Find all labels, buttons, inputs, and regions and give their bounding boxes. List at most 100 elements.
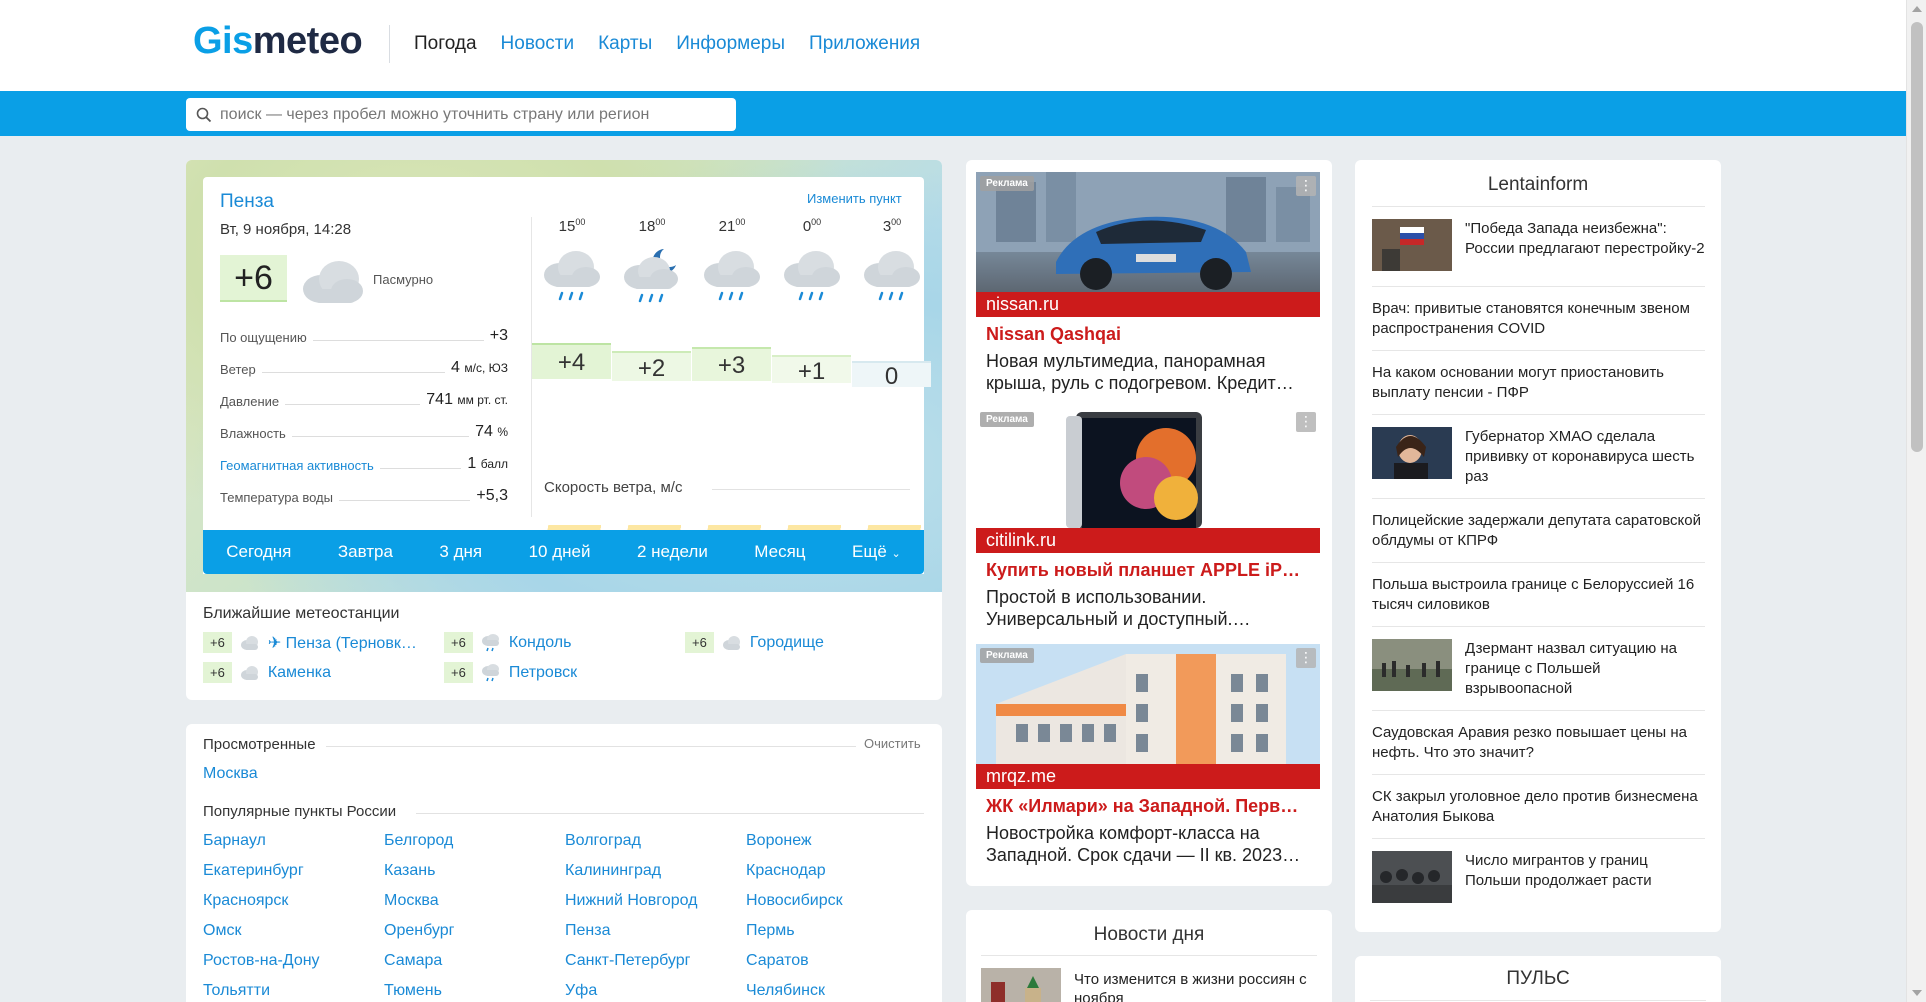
ad-source[interactable]: nissan.ru <box>976 292 1320 317</box>
scroll-up-arrow[interactable] <box>1912 6 1922 12</box>
param-label: По ощущению <box>220 330 307 345</box>
city-link[interactable]: Пенза <box>565 922 610 940</box>
ad-title[interactable]: Купить новый планшет APPLE iP… <box>986 560 1316 581</box>
city-link[interactable]: Челябинск <box>746 982 825 1000</box>
ad-source[interactable]: mrqz.me <box>976 764 1320 789</box>
ad-block[interactable]: Реклама ⋮ mrqz.me ЖК «Илмари» на Западно… <box>976 644 1320 865</box>
news-item[interactable]: Число мигрантов у границ Польши продолжа… <box>1372 838 1705 918</box>
search-box[interactable] <box>186 98 736 131</box>
news-link[interactable]: Дзермант назвал ситуацию на границе с По… <box>1465 639 1705 699</box>
nav-weather[interactable]: Погода <box>414 33 477 55</box>
city-link[interactable]: Новосибирск <box>746 892 843 910</box>
station-item[interactable]: +6 Городище <box>685 632 824 653</box>
tab-2-weeks[interactable]: 2 недели <box>637 542 708 562</box>
city-link[interactable]: Оренбург <box>384 922 454 940</box>
city-link[interactable]: Москва <box>384 892 439 910</box>
nav-news[interactable]: Новости <box>501 33 575 55</box>
city-link[interactable]: Уфа <box>565 982 597 1000</box>
ad-image[interactable]: Реклама ⋮ <box>976 644 1320 764</box>
news-link[interactable]: На каком основании могут приостановить в… <box>1372 363 1702 403</box>
news-link[interactable]: Врач: привитые становятся конечным звено… <box>1372 299 1702 339</box>
city-link[interactable]: Самара <box>384 952 442 970</box>
news-link[interactable]: Саудовская Аравия резко повышает цены на… <box>1372 723 1702 763</box>
news-item[interactable]: Польша выстроила границе с Белоруссией 1… <box>1372 562 1705 626</box>
nav-maps[interactable]: Карты <box>598 33 652 55</box>
clear-viewed-button[interactable]: Очистить <box>864 736 921 751</box>
city-link[interactable]: Белгород <box>384 832 453 850</box>
news-link[interactable]: Губернатор ХМАО сделала прививку от коро… <box>1465 427 1705 487</box>
news-link[interactable]: Полицейские задержали депутата саратовск… <box>1372 511 1702 551</box>
news-thumbnail[interactable] <box>981 968 1061 1002</box>
news-item[interactable]: Полицейские задержали депутата саратовск… <box>1372 498 1705 562</box>
tab-month[interactable]: Месяц <box>754 542 805 562</box>
ad-image[interactable]: Реклама ⋮ <box>976 408 1320 528</box>
city-link[interactable]: Барнаул <box>203 832 266 850</box>
ad-source[interactable]: citilink.ru <box>976 528 1320 553</box>
param-value: 4 м/с, ЮЗ <box>451 359 508 376</box>
news-link[interactable]: Что изменится в жизни россиян с ноября <box>1074 970 1314 1002</box>
ad-title[interactable]: Nissan Qashqai <box>986 324 1316 345</box>
city-link[interactable]: Омск <box>203 922 241 940</box>
locations-card: Просмотренные Очистить Москва Популярные… <box>186 724 942 1002</box>
news-item[interactable]: СК закрыл уголовное дело против бизнесме… <box>1372 774 1705 838</box>
city-link[interactable]: Тольятти <box>203 982 270 1000</box>
news-item[interactable]: Губернатор ХМАО сделала прививку от коро… <box>1372 414 1705 498</box>
tab-10-days[interactable]: 10 дней <box>529 542 591 562</box>
tab-today[interactable]: Сегодня <box>226 542 291 562</box>
ad-image[interactable]: Реклама ⋮ <box>976 172 1320 292</box>
ad-title[interactable]: ЖК «Илмари» на Западной. Перв… <box>986 796 1316 817</box>
city-link[interactable]: Ростов-на-Дону <box>203 952 320 970</box>
change-location-link[interactable]: Изменить пункт <box>807 191 902 206</box>
station-item[interactable]: +6 ✈ Пенза (Терновк… <box>203 632 417 653</box>
ad-block[interactable]: Реклама ⋮ nissan.ru Nissan Qashqai Новая… <box>976 172 1320 393</box>
news-item[interactable]: На каком основании могут приостановить в… <box>1372 350 1705 414</box>
more-icon[interactable]: ⋮ <box>1296 176 1316 196</box>
station-item[interactable]: +6 Каменка <box>203 662 331 683</box>
hour-column: 000 <box>772 217 852 312</box>
city-link[interactable]: Воронеж <box>746 832 812 850</box>
more-icon[interactable]: ⋮ <box>1296 648 1316 668</box>
city-link[interactable]: Екатеринбург <box>203 862 304 880</box>
news-item[interactable]: Врач: привитые становятся конечным звено… <box>1372 286 1705 350</box>
scrollbar-thumb[interactable] <box>1911 22 1923 452</box>
geomagnetic-link[interactable]: Геомагнитная активность <box>220 458 374 473</box>
viewed-city-link[interactable]: Москва <box>203 765 258 783</box>
city-link[interactable]: Санкт-Петербург <box>565 952 690 970</box>
news-item[interactable]: Дзермант назвал ситуацию на границе с По… <box>1372 626 1705 710</box>
condition-text: Пасмурно <box>373 272 434 287</box>
news-item[interactable]: "Победа Запада неизбежна": России предла… <box>1372 206 1705 286</box>
city-link[interactable]: Калининград <box>565 862 661 880</box>
ad-block[interactable]: Реклама ⋮ citilink.ru Купить новый планш… <box>976 408 1320 629</box>
scroll-down-arrow[interactable] <box>1912 990 1922 996</box>
news-link[interactable]: Число мигрантов у границ Польши продолжа… <box>1465 851 1705 891</box>
news-link[interactable]: Польша выстроила границе с Белоруссией 1… <box>1372 575 1702 615</box>
tab-more[interactable]: Ещё ⌄ <box>852 542 901 562</box>
news-link[interactable]: СК закрыл уголовное дело против бизнесме… <box>1372 787 1702 827</box>
vertical-scrollbar[interactable] <box>1906 0 1926 1002</box>
param-value: 74 % <box>475 423 508 440</box>
search-input[interactable] <box>220 105 720 124</box>
city-link[interactable]: Тюмень <box>384 982 442 1000</box>
city-link[interactable]: Пермь <box>746 922 795 940</box>
station-item[interactable]: +6 Кондоль <box>444 632 571 653</box>
city-link[interactable]: Красноярск <box>203 892 288 910</box>
city-link[interactable]: Нижний Новгород <box>565 892 697 910</box>
city-link[interactable]: Казань <box>384 862 435 880</box>
nav-apps[interactable]: Приложения <box>809 33 920 55</box>
tab-tomorrow[interactable]: Завтра <box>338 542 393 562</box>
news-link[interactable]: "Победа Запада неизбежна": России предла… <box>1465 219 1705 259</box>
station-item[interactable]: +6 Петровск <box>444 662 577 683</box>
city-link[interactable]: Волгоград <box>565 832 641 850</box>
param-value: 1 балл <box>467 455 508 472</box>
city-link[interactable]: Краснодар <box>746 862 826 880</box>
news-thumbnail <box>1372 427 1452 479</box>
gismeteo-logo[interactable]: Gismeteo <box>193 20 363 63</box>
param-value: 741 мм рт. ст. <box>426 391 508 408</box>
more-icon[interactable]: ⋮ <box>1296 412 1316 432</box>
city-link[interactable]: Саратов <box>746 952 809 970</box>
tab-3-days[interactable]: 3 дня <box>439 542 482 562</box>
nav-informers[interactable]: Информеры <box>676 33 785 55</box>
news-item[interactable]: Саудовская Аравия резко повышает цены на… <box>1372 710 1705 774</box>
city-name[interactable]: Пенза <box>220 191 274 213</box>
ad-description: Новостройка комфорт-класса на Западной. … <box>986 823 1301 865</box>
